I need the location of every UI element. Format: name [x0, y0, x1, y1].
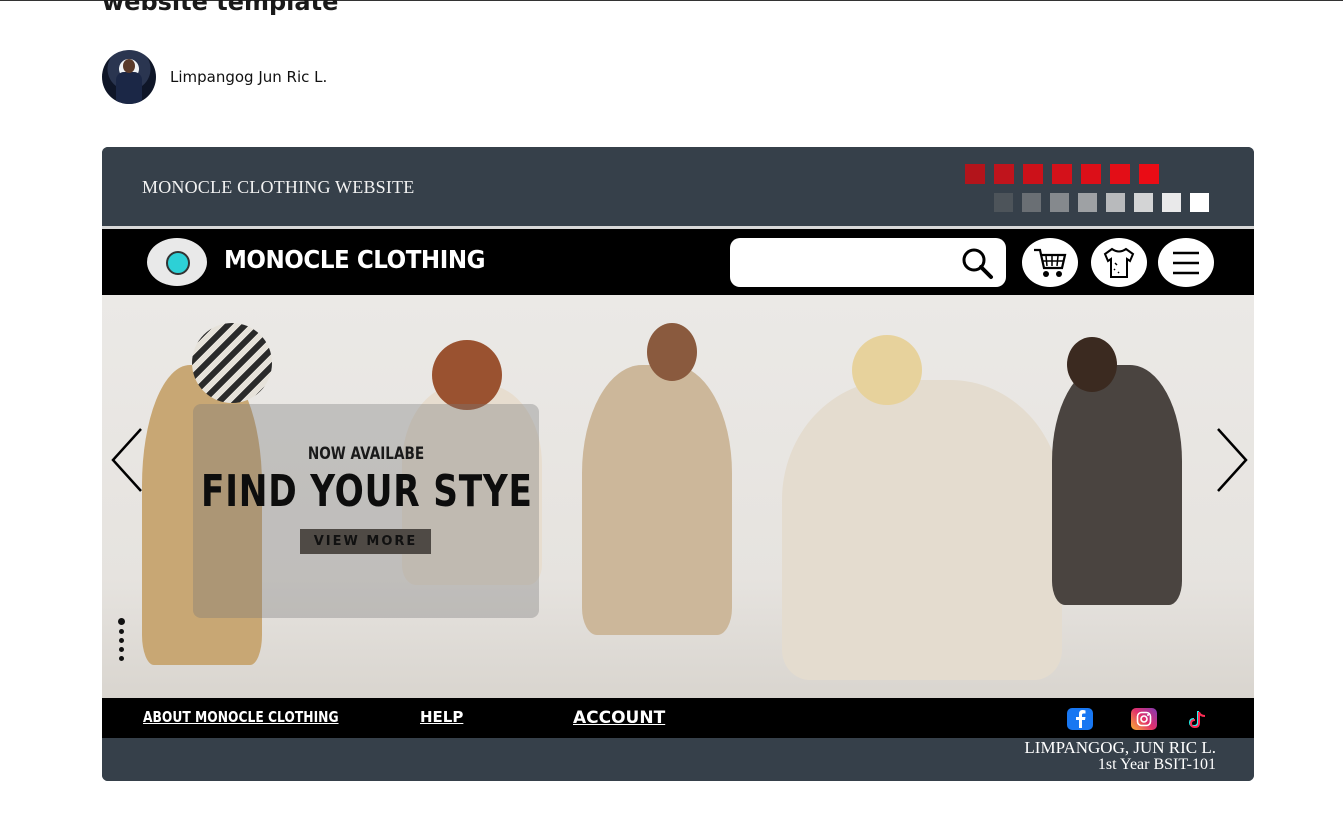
- tiktok-icon[interactable]: [1184, 708, 1210, 730]
- page-title: website template: [102, 0, 339, 16]
- site-navbar: MONOCLE CLOTHING: [102, 229, 1254, 295]
- red-palette: [965, 164, 1159, 184]
- search-input[interactable]: [730, 238, 1006, 287]
- search-icon[interactable]: [960, 246, 994, 280]
- swatch: [1134, 193, 1153, 212]
- swatch: [1078, 193, 1097, 212]
- model-figure: [582, 365, 732, 635]
- facebook-icon[interactable]: [1067, 708, 1093, 730]
- hero-text-panel: NOW AVAILABE FIND YOUR STYE VIEW MORE: [193, 404, 539, 618]
- hero-kicker: NOW AVAILABE: [307, 444, 425, 464]
- hero-headline: FIND YOUR STYE: [201, 466, 533, 517]
- slide-indicator: [118, 618, 125, 661]
- preview-header: MONOCLE CLOTHING WEBSITE: [102, 147, 1254, 227]
- model-head: [647, 323, 697, 381]
- slide-dot[interactable]: [119, 629, 124, 634]
- author-name[interactable]: Limpangog Jun Ric L.: [170, 68, 327, 86]
- gray-palette: [994, 193, 1209, 212]
- swatch: [994, 164, 1014, 184]
- slide-dot[interactable]: [119, 656, 124, 661]
- model-figure: [782, 380, 1062, 680]
- brand-name[interactable]: MONOCLE CLOTHING: [224, 245, 485, 274]
- swatch: [1052, 164, 1072, 184]
- swatch: [1106, 193, 1125, 212]
- swatch: [1023, 164, 1043, 184]
- swatch: [965, 164, 985, 184]
- headscarf: [192, 323, 272, 403]
- model-figure: [1052, 365, 1182, 605]
- monocle-logo-icon[interactable]: [147, 238, 207, 286]
- author-byline: Limpangog Jun Ric L.: [102, 50, 327, 104]
- footer-credits: LIMPANGOG, JUN RIC L. 1st Year BSIT-101: [102, 738, 1254, 781]
- shirt-icon[interactable]: [1091, 238, 1147, 287]
- hamburger-menu-icon[interactable]: [1158, 238, 1214, 287]
- hero-banner: NOW AVAILABE FIND YOUR STYE VIEW MORE: [102, 295, 1254, 698]
- swatch: [1162, 193, 1181, 212]
- next-slide-icon[interactable]: [1212, 425, 1252, 495]
- credit-name: LIMPANGOG, JUN RIC L.: [1024, 738, 1216, 757]
- swatch: [1081, 164, 1101, 184]
- view-more-button[interactable]: VIEW MORE: [300, 529, 431, 554]
- swatch: [1110, 164, 1130, 184]
- swatch: [994, 193, 1013, 212]
- footer-nav: ABOUT MONOCLE CLOTHING HELP ACCOUNT: [102, 698, 1254, 738]
- help-link[interactable]: HELP: [420, 708, 463, 726]
- avatar[interactable]: [102, 50, 156, 104]
- swatch: [1050, 193, 1069, 212]
- account-link[interactable]: ACCOUNT: [573, 708, 665, 728]
- model-head: [432, 340, 502, 410]
- previous-slide-icon[interactable]: [107, 425, 147, 495]
- about-link[interactable]: ABOUT MONOCLE CLOTHING: [143, 708, 339, 726]
- swatch: [1190, 193, 1209, 212]
- template-preview: MONOCLE CLOTHING WEBSITE MONOCLE CLOTHIN…: [102, 147, 1254, 781]
- model-head: [852, 335, 922, 405]
- slide-dot[interactable]: [118, 618, 125, 625]
- instagram-icon[interactable]: [1131, 708, 1157, 730]
- slide-dot[interactable]: [119, 638, 124, 643]
- site-caption: MONOCLE CLOTHING WEBSITE: [142, 177, 415, 197]
- shopping-cart-icon[interactable]: [1022, 238, 1078, 287]
- slide-dot[interactable]: [119, 647, 124, 652]
- credit-year: 1st Year BSIT-101: [1097, 756, 1216, 773]
- swatch: [1022, 193, 1041, 212]
- swatch: [1139, 164, 1159, 184]
- model-head: [1067, 337, 1117, 392]
